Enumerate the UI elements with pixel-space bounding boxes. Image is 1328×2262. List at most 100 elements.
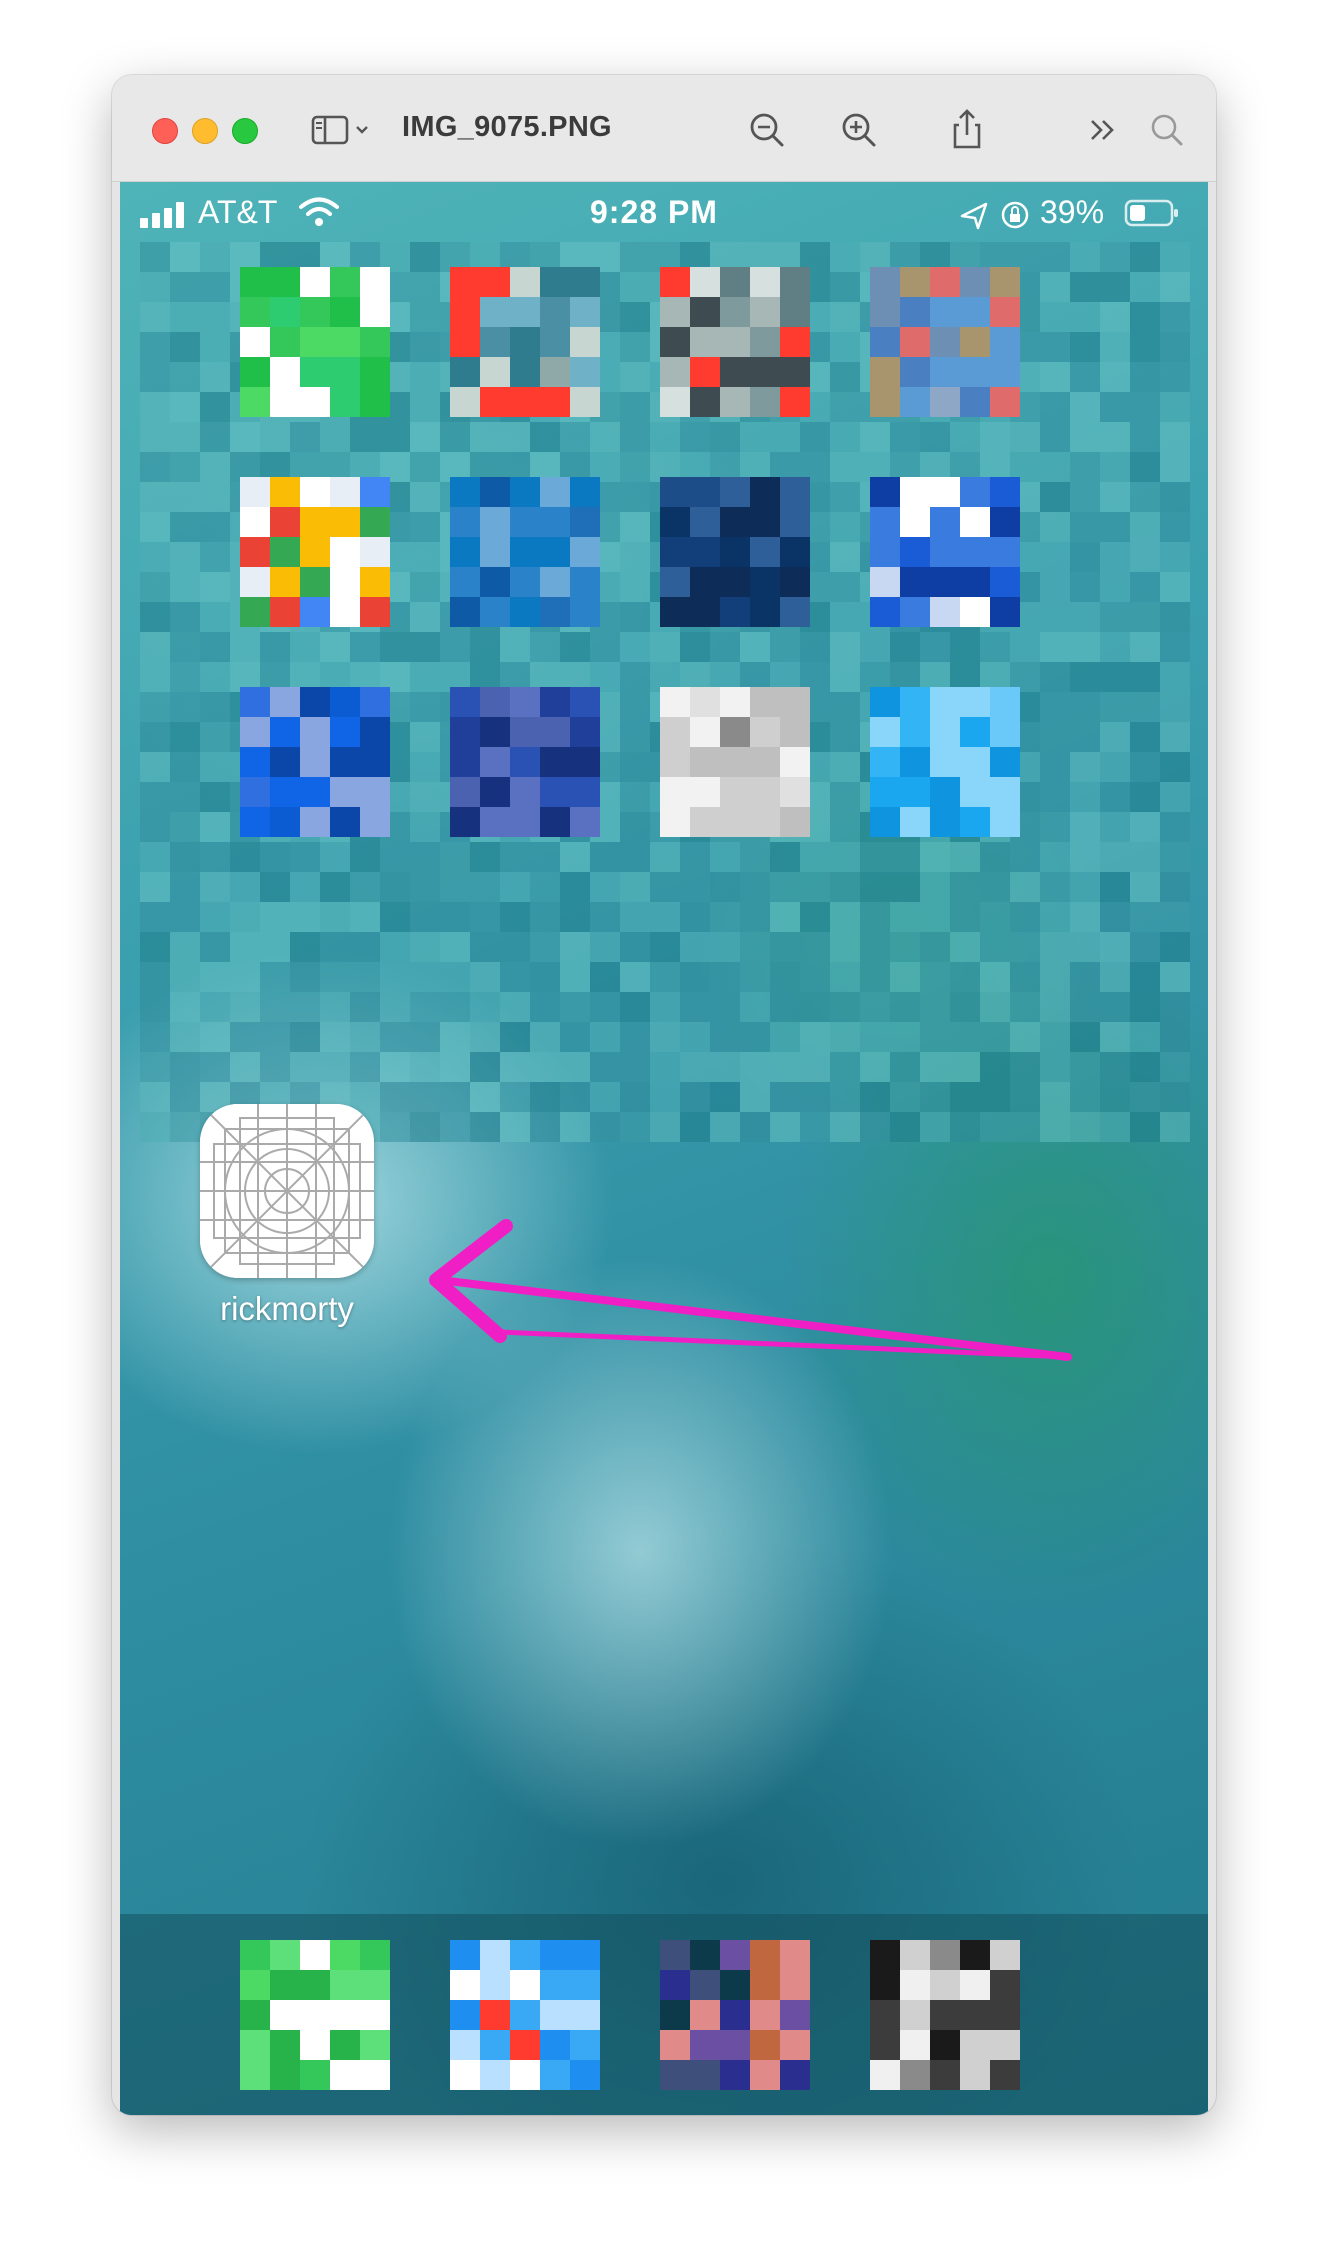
mosaic-tile	[620, 452, 650, 482]
mosaic-tile	[860, 842, 890, 872]
mosaic-tile	[410, 632, 440, 662]
close-window-button[interactable]	[152, 118, 178, 144]
redacted-pixel	[270, 537, 300, 567]
redacted-app-icon[interactable]	[240, 267, 390, 417]
mosaic-tile	[1070, 1082, 1100, 1112]
redacted-pixel	[960, 2000, 990, 2030]
mosaic-tile	[1160, 242, 1190, 272]
redacted-pixel	[930, 357, 960, 387]
mosaic-tile	[320, 1022, 350, 1052]
mosaic-tile	[1160, 782, 1190, 812]
redacted-dock-icon[interactable]	[240, 1940, 390, 2090]
rickmorty-app-icon[interactable]	[200, 1104, 374, 1278]
redacted-pixel	[300, 597, 330, 627]
redacted-app-icon[interactable]	[450, 267, 600, 417]
mosaic-tile	[590, 632, 620, 662]
mosaic-tile	[620, 1082, 650, 1112]
mosaic-tile	[1040, 272, 1070, 302]
redacted-pixel	[990, 537, 1020, 567]
mosaic-tile	[440, 1022, 470, 1052]
mosaic-tile	[590, 992, 620, 1022]
mosaic-tile	[200, 872, 230, 902]
mosaic-tile	[830, 722, 860, 752]
redacted-app-icon[interactable]	[870, 267, 1020, 417]
title-bar: IMG_9075.PNG	[112, 75, 1216, 182]
mosaic-tile	[1130, 962, 1160, 992]
mosaic-tile	[1070, 872, 1100, 902]
redacted-app-icon[interactable]	[450, 687, 600, 837]
zoom-in-icon[interactable]	[834, 105, 884, 155]
chevron-double-right-icon[interactable]	[1077, 105, 1127, 155]
redacted-app-icon[interactable]	[660, 477, 810, 627]
mosaic-tile	[1040, 1082, 1070, 1112]
mosaic-tile	[1010, 992, 1040, 1022]
mosaic-tile	[1130, 662, 1160, 692]
redacted-pixel	[510, 777, 540, 807]
mosaic-tile	[1130, 572, 1160, 602]
redacted-pixel	[480, 387, 510, 417]
redacted-app-icon[interactable]	[240, 477, 390, 627]
redacted-pixel	[510, 357, 540, 387]
redacted-pixel	[990, 267, 1020, 297]
mosaic-tile	[950, 962, 980, 992]
mosaic-tile	[830, 482, 860, 512]
redacted-dock-icon[interactable]	[660, 1940, 810, 2090]
redacted-pixel	[270, 687, 300, 717]
search-icon[interactable]	[1142, 105, 1192, 155]
mosaic-tile	[410, 392, 440, 422]
redacted-pixel	[780, 357, 810, 387]
redacted-dock-icon[interactable]	[450, 1940, 600, 2090]
mosaic-tile	[740, 632, 770, 662]
zoom-out-icon[interactable]	[742, 105, 792, 155]
mosaic-tile	[1070, 632, 1100, 662]
redacted-pixel	[270, 2000, 300, 2030]
sidebar-icon[interactable]	[307, 105, 379, 155]
redacted-pixel	[960, 597, 990, 627]
redacted-pixel	[450, 327, 480, 357]
mosaic-tile	[350, 962, 380, 992]
mosaic-tile	[1040, 452, 1070, 482]
mosaic-tile	[1160, 662, 1190, 692]
share-icon[interactable]	[942, 105, 992, 155]
redacted-pixel	[750, 597, 780, 627]
redacted-pixel	[540, 687, 570, 717]
redacted-dock-icon[interactable]	[870, 1940, 1020, 2090]
mosaic-tile	[1040, 242, 1070, 272]
redacted-app-icon[interactable]	[870, 477, 1020, 627]
redacted-pixel	[240, 267, 270, 297]
redacted-app-icon[interactable]	[870, 687, 1020, 837]
mosaic-tile	[1160, 1112, 1190, 1142]
redacted-app-icon[interactable]	[240, 687, 390, 837]
redacted-pixel	[990, 2030, 1020, 2060]
mosaic-tile	[620, 842, 650, 872]
redacted-pixel	[450, 387, 480, 417]
redacted-pixel	[270, 2060, 300, 2090]
redacted-pixel	[360, 777, 390, 807]
redacted-app-icon[interactable]	[660, 267, 810, 417]
mosaic-tile	[1100, 602, 1130, 632]
mosaic-tile	[470, 1112, 500, 1142]
mosaic-tile	[950, 842, 980, 872]
mosaic-tile	[590, 932, 620, 962]
mosaic-tile	[470, 422, 500, 452]
redacted-pixel	[510, 747, 540, 777]
redacted-app-icon[interactable]	[450, 477, 600, 627]
mosaic-tile	[1130, 422, 1160, 452]
mosaic-tile	[650, 932, 680, 962]
mosaic-tile	[260, 932, 290, 962]
redacted-app-icon[interactable]	[660, 687, 810, 837]
redacted-pixel	[660, 357, 690, 387]
minimize-window-button[interactable]	[192, 118, 218, 144]
mosaic-tile	[1100, 662, 1130, 692]
redacted-pixel	[510, 327, 540, 357]
mosaic-tile	[1160, 812, 1190, 842]
redacted-pixel	[870, 717, 900, 747]
mosaic-tile	[890, 842, 920, 872]
mosaic-tile	[170, 692, 200, 722]
redacted-pixel	[240, 507, 270, 537]
mosaic-tile	[800, 872, 830, 902]
zoom-window-button[interactable]	[232, 118, 258, 144]
mosaic-tile	[1100, 812, 1130, 842]
mosaic-tile	[980, 1022, 1010, 1052]
mosaic-tile	[500, 842, 530, 872]
